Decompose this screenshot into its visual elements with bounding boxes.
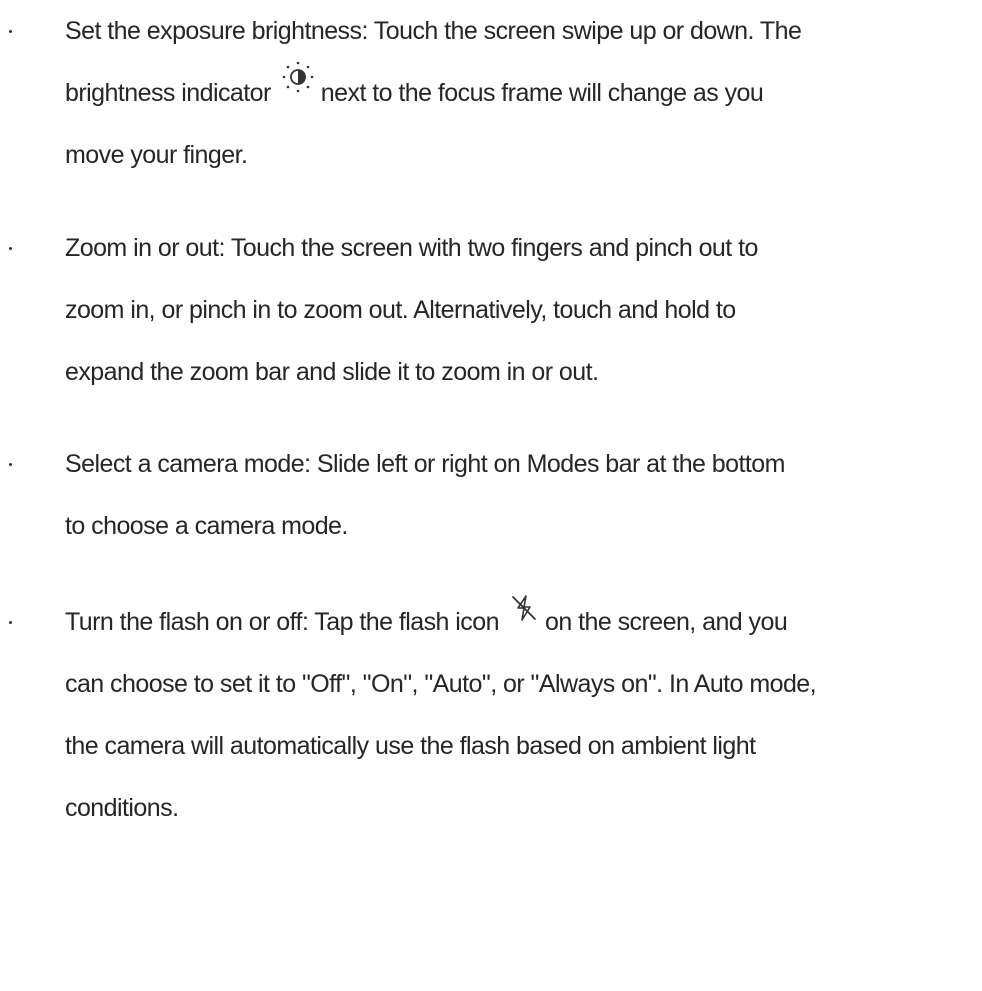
bullet-item-zoom: Zoom in or out: Touch the screen with tw… xyxy=(0,217,982,403)
text-line: move your finger. xyxy=(65,141,248,169)
bullet-item-exposure: Set the exposure brightness: Touch the s… xyxy=(0,0,982,186)
bullet-marker xyxy=(5,217,15,279)
bullet-marker xyxy=(5,0,15,62)
text-line: the camera will automatically use the fl… xyxy=(65,732,756,760)
text-segment: next to the focus frame will change as y… xyxy=(320,79,764,107)
text-line: zoom in, or pinch in to zoom out. Altern… xyxy=(65,296,736,324)
bullet-item-flash: Turn the flash on or off: Tap the flash … xyxy=(0,591,982,839)
text-segment: Turn the flash on or off: Tap the flash … xyxy=(65,608,500,636)
instruction-document: Set the exposure brightness: Touch the s… xyxy=(0,0,982,991)
text-line: conditions. xyxy=(65,794,179,822)
text-line-with-icon: brightness indicator next to the focus f… xyxy=(65,62,978,124)
bullet-item-camera-mode: Select a camera mode: Slide left or righ… xyxy=(0,433,982,557)
bullet-marker xyxy=(5,433,15,495)
text-line: Zoom in or out: Touch the screen with tw… xyxy=(65,234,758,262)
flash-off-icon xyxy=(509,584,539,646)
text-line: Select a camera mode: Slide left or righ… xyxy=(65,450,785,478)
brightness-icon xyxy=(281,55,315,117)
text-line: to choose a camera mode. xyxy=(65,512,348,540)
text-line: can choose to set it to "Off", "On", "Au… xyxy=(65,670,817,698)
text-segment: on the screen, and you xyxy=(544,608,788,636)
text-line-with-icon: Turn the flash on or off: Tap the flash … xyxy=(65,591,978,653)
text-line: Set the exposure brightness: Touch the s… xyxy=(65,17,802,45)
text-segment: brightness indicator xyxy=(65,79,271,107)
bullet-marker xyxy=(5,591,15,653)
text-line: expand the zoom bar and slide it to zoom… xyxy=(65,358,599,386)
